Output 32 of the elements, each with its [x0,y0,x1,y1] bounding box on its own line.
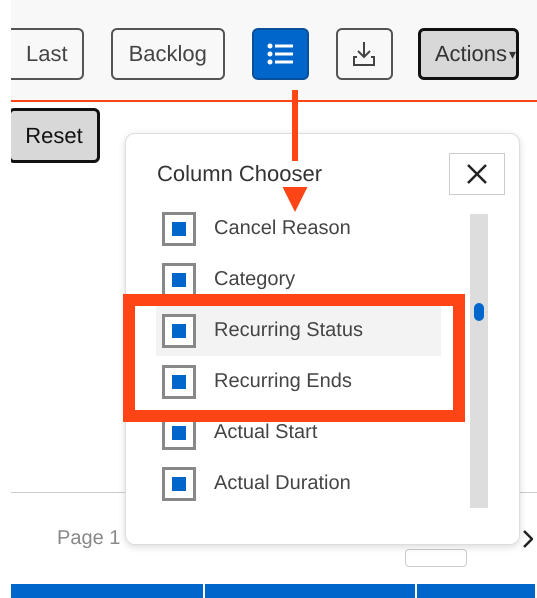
column-label: Recurring Ends [214,370,352,393]
checkbox[interactable] [162,364,196,398]
checkbox[interactable] [162,262,196,296]
column-option[interactable]: Recurring Status [156,305,441,356]
close-icon [466,163,488,185]
download-button[interactable] [336,28,393,80]
dialog-title: Column Chooser [157,161,322,187]
column-label: Actual Duration [214,472,351,495]
list-view-button[interactable] [252,28,309,80]
close-button[interactable] [449,153,505,195]
scrollbar[interactable] [470,214,488,508]
page-size-field[interactable] [405,548,468,566]
column-option[interactable]: Category [156,254,441,305]
column-option[interactable]: Actual Duration [156,458,441,509]
reset-button[interactable]: Reset [11,108,100,163]
column-label: Category [214,268,296,291]
checkbox[interactable] [162,212,196,246]
checkbox[interactable] [162,466,196,500]
next-page-icon[interactable] [523,530,533,548]
column-option[interactable]: Cancel Reason [156,203,441,254]
column-label: Recurring Status [214,319,363,342]
column-option[interactable]: Recurring Ends [156,356,441,407]
scrollbar-thumb[interactable] [474,303,484,321]
checkbox[interactable] [162,314,196,348]
toolbar-button[interactable]: Last [11,28,84,80]
column-label: Actual Start [214,421,318,444]
actions-dropdown[interactable]: Actions▾ [418,28,520,80]
toolbar-button[interactable]: Backlog [110,28,225,80]
page-label: Page 1 [57,527,120,550]
column-label: Cancel Reason [214,217,351,240]
list-icon [267,43,294,65]
column-option[interactable]: Actual Start [156,407,441,458]
